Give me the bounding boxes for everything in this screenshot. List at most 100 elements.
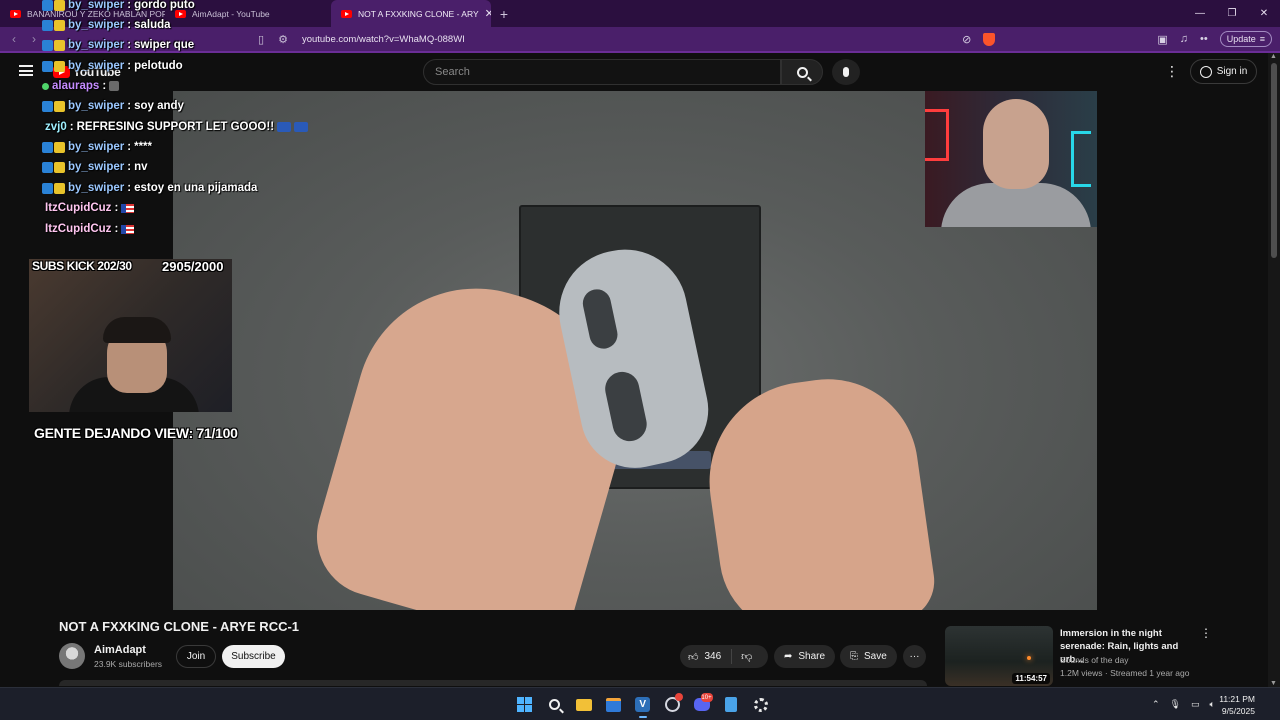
system-tray: ⌃ 🎙︎ ▭ 🔈︎ (1152, 688, 1215, 720)
chevron-up-icon[interactable]: ⌃ (1152, 699, 1160, 710)
brave-shields-icon[interactable] (983, 32, 996, 46)
youtube-favicon-icon (341, 9, 352, 18)
sign-in-button[interactable]: Sign in (1190, 59, 1257, 84)
app-ring[interactable] (658, 688, 688, 720)
share-button[interactable]: ➦ Share (774, 645, 836, 668)
new-tab-button[interactable]: + (491, 6, 517, 22)
tab-active-video[interactable]: NOT A FXXKING CLONE - ARY ✕ (331, 0, 491, 27)
youtube-favicon-icon (10, 9, 21, 18)
video-title: NOT A FXXKING CLONE - ARYE RCC-1 (59, 619, 300, 634)
chat-badges (42, 19, 65, 31)
microsoft-store[interactable] (599, 688, 629, 720)
close-window-button[interactable]: ✕ (1248, 0, 1280, 27)
voice-search-button[interactable] (832, 59, 860, 85)
chat-line: by_swiper : nv (42, 158, 148, 176)
back-arrow-icon[interactable]: ‹ (4, 32, 24, 46)
chat-username: ItzCupidCuz (45, 202, 112, 214)
no-media-icon[interactable]: ⊘ (962, 33, 971, 46)
search-icon (796, 66, 808, 78)
join-button[interactable]: Join (176, 645, 216, 668)
extension-icon[interactable]: •• (1200, 33, 1208, 45)
chat-badges (42, 60, 65, 72)
video-duration: 11:54:57 (1012, 673, 1050, 684)
facecam-person-torso (941, 183, 1091, 227)
description-box[interactable] (59, 680, 927, 686)
like-dislike-group: 👍︎ 346 👎︎ (680, 645, 768, 668)
badge-icon (42, 39, 53, 51)
chat-username: by_swiper (68, 161, 125, 173)
chat-separator: : (127, 0, 132, 11)
recommended-channel[interactable]: Sounds of the day (1060, 655, 1129, 665)
more-actions-button[interactable]: ··· (903, 645, 926, 668)
search-input[interactable]: Search (423, 59, 781, 85)
scroll-up-icon[interactable]: ▲ (1270, 53, 1277, 60)
sidepanel-icon[interactable]: ▣ (1157, 33, 1167, 46)
chat-username: by_swiper (68, 141, 125, 153)
neon-light-left (925, 109, 949, 161)
notepad-app[interactable] (717, 688, 747, 720)
taskbar-apps: V 10+ (510, 688, 776, 720)
subs-kick-goal: SUBS KICK 202/30 (32, 259, 132, 273)
music-icon[interactable]: ♫ (1180, 33, 1188, 45)
chat-line: by_swiper : soy andy (42, 97, 184, 115)
like-button[interactable]: 👍︎ 346 (680, 649, 733, 664)
save-button[interactable]: ⎘ Save (840, 645, 897, 668)
badge-icon (54, 141, 65, 153)
badge-icon (54, 19, 65, 31)
display-icon[interactable]: ▭ (1191, 699, 1200, 710)
restore-button[interactable]: ❐ (1216, 0, 1248, 27)
dislike-button[interactable]: 👎︎ (732, 650, 761, 663)
forward-arrow-icon[interactable]: › (24, 32, 44, 46)
scrollbar-thumb[interactable] (1271, 63, 1277, 258)
chat-badges (42, 161, 65, 173)
clock-time: 11:21 PM (1219, 694, 1255, 704)
chat-separator: : (102, 80, 107, 92)
browser-taskbar-app[interactable]: V (628, 688, 658, 720)
taskbar-clock[interactable]: 11:21 PM 9/5/2025 (1219, 693, 1255, 717)
start-button[interactable] (510, 688, 540, 720)
scroll-down-icon[interactable]: ▼ (1270, 680, 1277, 687)
gear-icon (753, 697, 768, 712)
hamburger-menu-icon[interactable] (19, 65, 33, 76)
chat-separator: : (127, 19, 132, 31)
page-scrollbar[interactable]: ▲ ▼ (1268, 53, 1280, 687)
recommended-more-icon[interactable]: ⋮ (1200, 626, 1212, 640)
chat-message: **** (134, 141, 152, 153)
discord-app[interactable]: 10+ (687, 688, 717, 720)
chat-line: by_swiper : swiper que (42, 36, 194, 54)
chat-line: by_swiper : estoy en una pijamada (42, 179, 257, 197)
update-button[interactable]: Update ≡ (1219, 31, 1272, 47)
recommended-thumbnail[interactable]: 11:54:57 (945, 626, 1053, 686)
settings-kebab-icon[interactable]: ⋮ (1165, 63, 1179, 80)
chat-message: soy andy (134, 100, 184, 112)
badge-icon (54, 161, 65, 173)
windows-taskbar: V 10+ ⌃ 🎙︎ ▭ 🔈︎ 11:21 PM 9/5/2025 (0, 687, 1280, 720)
file-explorer[interactable] (569, 688, 599, 720)
chat-separator: : (127, 60, 132, 72)
like-count: 346 (704, 651, 722, 662)
chat-line: ItzCupidCuz : (45, 199, 135, 217)
minimize-button[interactable]: — (1184, 0, 1216, 27)
folder-icon (575, 698, 592, 711)
share-label: Share (798, 651, 826, 662)
chat-message: nv (134, 161, 148, 173)
viewers-leaving-counter: GENTE DEJANDO VIEW: 71/100 (34, 425, 238, 441)
recommended-video[interactable]: 11:54:57 Immersion in the night serenade… (945, 626, 1260, 686)
chat-separator: : (69, 121, 74, 133)
microphone-tray-icon[interactable]: 🎙︎ (1170, 699, 1181, 710)
search-button[interactable] (781, 59, 823, 85)
emote-icon (109, 81, 120, 91)
user-circle-icon (1199, 65, 1212, 78)
chat-line: ItzCupidCuz : (45, 220, 135, 238)
settings-app[interactable] (746, 688, 776, 720)
chat-line: zvj0 : REFRESING SUPPORT LET GOOO!! (45, 118, 309, 136)
volume-icon[interactable]: 🔈︎ (1210, 699, 1215, 710)
chat-username: by_swiper (68, 100, 125, 112)
channel-name[interactable]: AimAdapt (94, 644, 146, 656)
subscribe-button[interactable]: Subscribe (222, 645, 285, 668)
flag-emote-icon (121, 224, 135, 234)
taskbar-search[interactable] (540, 688, 570, 720)
channel-avatar[interactable] (59, 643, 85, 669)
video-facecam (925, 91, 1097, 227)
chat-message: gordo puto (134, 0, 195, 11)
